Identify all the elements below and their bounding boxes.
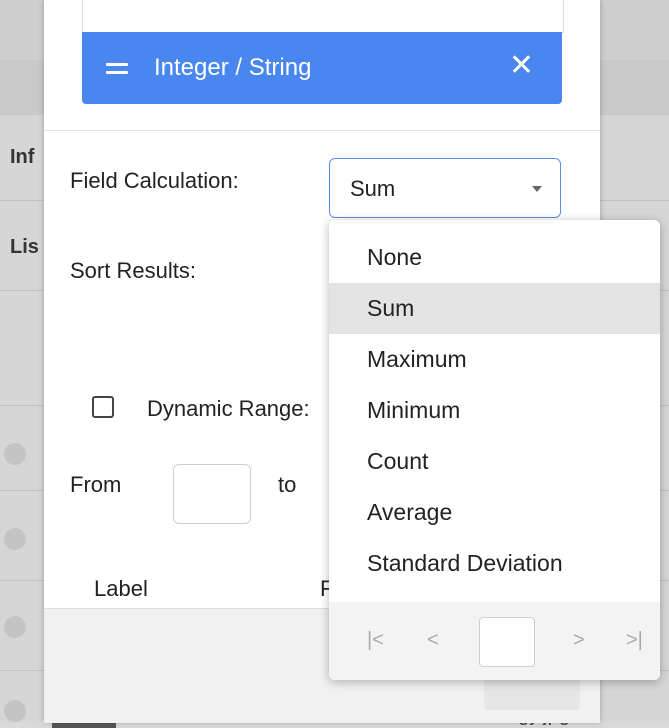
range-from-label: From xyxy=(70,472,122,497)
option-label: Count xyxy=(367,448,429,474)
field-calculation-dropdown: None Sum Maximum Minimum Count Average S… xyxy=(329,220,660,680)
option-maximum[interactable]: Maximum xyxy=(329,334,660,385)
row-check-icon[interactable] xyxy=(4,700,26,722)
drag-handle-icon[interactable] xyxy=(106,62,128,74)
option-average[interactable]: Average xyxy=(329,487,660,538)
option-none[interactable]: None xyxy=(329,232,660,283)
field-chip-label: Integer / String xyxy=(154,54,312,81)
next-page-icon[interactable]: > xyxy=(573,629,585,652)
prev-page-icon[interactable]: < xyxy=(427,629,439,652)
label-column-header: Label xyxy=(94,576,148,601)
field-calculation-select[interactable]: Sum xyxy=(329,158,561,218)
sort-results-label: Sort Results: xyxy=(70,258,196,283)
last-page-icon[interactable]: >| xyxy=(626,629,643,652)
field-chip[interactable]: Integer / String ✕ xyxy=(82,32,562,104)
option-standard-deviation[interactable]: Standard Deviation xyxy=(329,538,660,589)
first-page-icon[interactable]: |< xyxy=(367,629,384,652)
page-number-input[interactable] xyxy=(479,617,535,667)
field-list-box xyxy=(82,0,564,33)
option-label: Sum xyxy=(367,295,415,321)
option-label: Standard Deviation xyxy=(367,550,563,576)
row-check-icon[interactable] xyxy=(4,528,26,550)
option-label: Maximum xyxy=(367,346,467,372)
chevron-down-icon xyxy=(532,186,542,192)
option-label: None xyxy=(367,244,422,270)
section-divider xyxy=(44,130,600,131)
option-minimum[interactable]: Minimum xyxy=(329,385,660,436)
background-section-label: Lis xyxy=(10,236,39,258)
option-count[interactable]: Count xyxy=(329,436,660,487)
field-calculation-value: Sum xyxy=(350,176,396,201)
option-label: Average xyxy=(367,499,453,525)
row-check-icon[interactable] xyxy=(4,443,26,465)
field-calculation-label: Field Calculation: xyxy=(70,168,239,193)
close-icon[interactable]: ✕ xyxy=(509,51,534,81)
dynamic-range-label: Dynamic Range: xyxy=(147,396,310,421)
range-from-input[interactable] xyxy=(173,464,251,524)
dynamic-range-checkbox[interactable] xyxy=(92,396,114,418)
background-section-label: Inf xyxy=(10,146,35,168)
option-label: Minimum xyxy=(367,397,461,423)
dropdown-pager: |< < > >| xyxy=(329,602,660,680)
row-check-icon[interactable] xyxy=(4,616,26,638)
option-sum[interactable]: Sum xyxy=(329,283,660,334)
range-to-label: to xyxy=(278,472,297,497)
